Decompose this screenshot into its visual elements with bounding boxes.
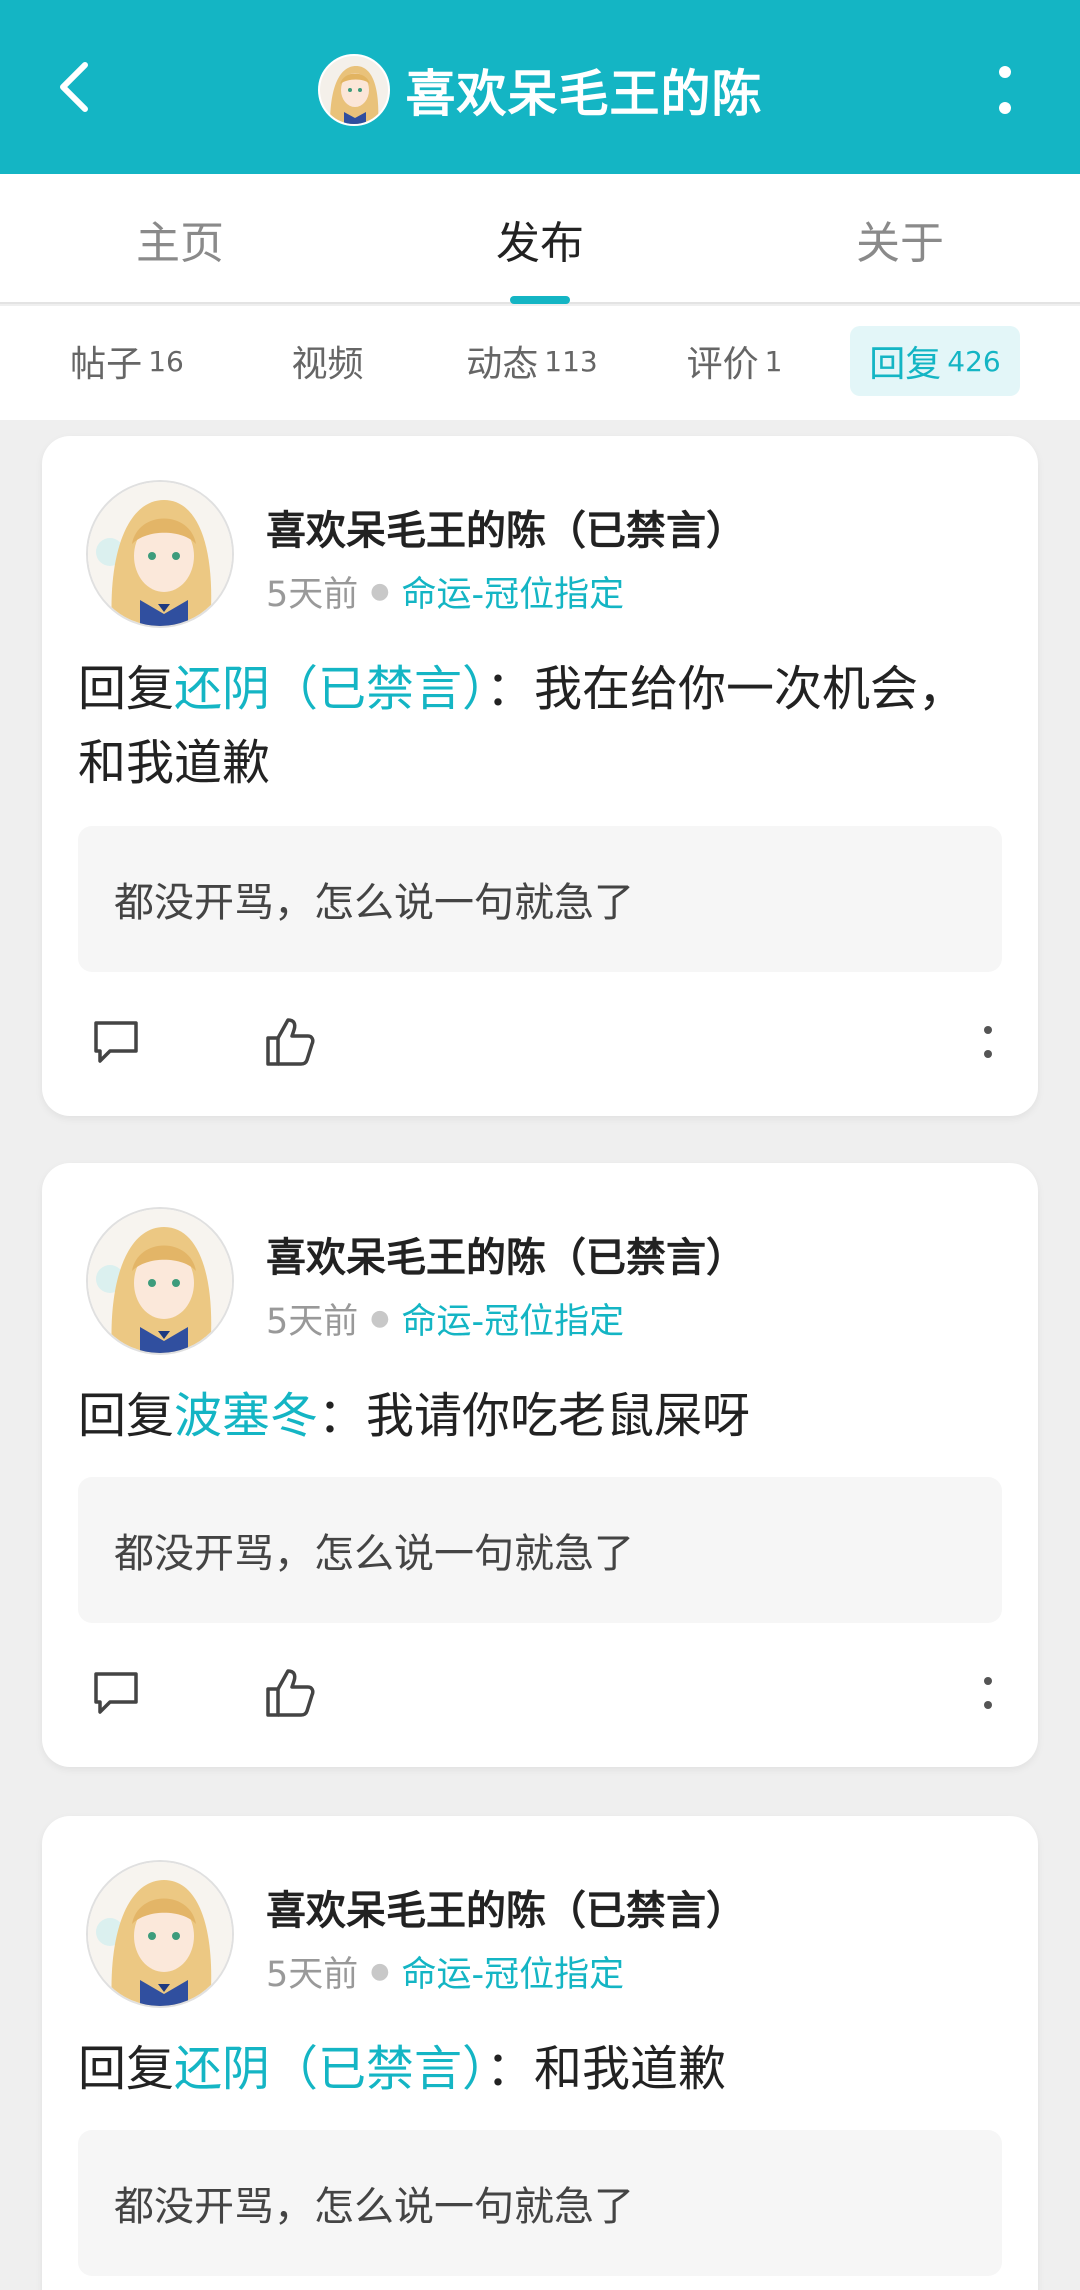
comment-button[interactable] <box>86 1002 146 1082</box>
more-vertical-icon <box>999 66 1011 114</box>
reply-prefix: 回复 <box>78 661 175 717</box>
more-options-button[interactable] <box>970 52 1040 128</box>
reply-separator: ： <box>318 1388 367 1444</box>
reply-card[interactable]: 喜欢呆毛王的陈（已禁言） 5天前 ● 命运-冠位指定 回复波塞冬：我请你吃老鼠屎… <box>42 1163 1038 1767</box>
separator-dot: ● <box>370 1306 390 1331</box>
tab-posts[interactable]: 发布 <box>360 174 720 304</box>
subtab-count: 16 <box>148 344 184 378</box>
subtab-threads[interactable]: 帖子 16 <box>52 326 202 396</box>
avatar[interactable] <box>86 1207 234 1355</box>
subtab-videos[interactable]: 视频 <box>270 326 385 396</box>
subtab-label: 回复 <box>869 344 942 385</box>
mention-link[interactable]: 波塞冬 <box>174 1388 318 1444</box>
subtab-count: 426 <box>947 344 1001 378</box>
action-bar <box>42 1002 1038 1082</box>
more-vertical-icon <box>984 1677 992 1709</box>
reply-separator: ： <box>486 2041 535 2097</box>
reply-card[interactable]: 喜欢呆毛王的陈（已禁言） 5天前 ● 命运-冠位指定 回复还阴（已禁言）：和我道… <box>42 1816 1038 2290</box>
forum-link[interactable]: 命运-冠位指定 <box>401 1946 624 1997</box>
reply-content: 回复还阴（已禁言）：我在给你一次机会，和我道歉 <box>78 652 1002 800</box>
reply-content: 回复还阴（已禁言）：和我道歉 <box>78 2032 1002 2106</box>
subtab-replies[interactable]: 回复 426 <box>850 326 1020 396</box>
quoted-post[interactable]: 都没开骂，怎么说一句就急了 <box>78 1477 1002 1623</box>
more-vertical-icon <box>984 1026 992 1058</box>
action-bar <box>42 1653 1038 1733</box>
tab-about[interactable]: 关于 <box>720 174 1080 304</box>
like-button[interactable] <box>260 1002 320 1082</box>
mention-link[interactable]: 还阴（已禁言） <box>174 661 486 717</box>
avatar[interactable] <box>317 54 390 126</box>
post-more-button[interactable] <box>968 1653 1008 1733</box>
separator-dot: ● <box>370 1959 390 1984</box>
username[interactable]: 喜欢呆毛王的陈（已禁言） <box>266 1878 746 1936</box>
forum-link[interactable]: 命运-冠位指定 <box>401 1293 624 1344</box>
tab-home[interactable]: 主页 <box>0 174 360 304</box>
subtab-count: 1 <box>764 344 783 378</box>
reply-prefix: 回复 <box>78 1388 175 1444</box>
thumbs-up-icon <box>266 1669 315 1717</box>
subtab-label: 评价 <box>686 344 759 385</box>
post-time: 5天前 <box>266 1302 359 1342</box>
page-title: 喜欢呆毛王的陈 <box>405 65 763 123</box>
thumbs-up-icon <box>266 1018 315 1066</box>
subtab-label: 视频 <box>291 344 364 385</box>
subtab-label: 动态 <box>466 344 539 385</box>
active-tab-indicator <box>510 296 570 304</box>
reply-body: 和我道歉 <box>534 2041 727 2097</box>
comment-button[interactable] <box>86 1653 146 1733</box>
subtab-label: 帖子 <box>70 344 143 385</box>
mention-link[interactable]: 还阴（已禁言） <box>174 2041 486 2097</box>
post-more-button[interactable] <box>968 1002 1008 1082</box>
post-meta: 5天前 ● 命运-冠位指定 <box>266 1293 624 1344</box>
separator-dot: ● <box>370 579 390 604</box>
username[interactable]: 喜欢呆毛王的陈（已禁言） <box>266 498 746 556</box>
subtab-feed[interactable]: 动态 113 <box>452 326 612 396</box>
post-time: 5天前 <box>266 1955 359 1995</box>
subtab-count: 113 <box>544 344 598 378</box>
forum-link[interactable]: 命运-冠位指定 <box>401 566 624 617</box>
post-meta: 5天前 ● 命运-冠位指定 <box>266 566 624 617</box>
quoted-post[interactable]: 都没开骂，怎么说一句就急了 <box>78 2130 1002 2276</box>
reply-body: 我请你吃老鼠屎呀 <box>366 1388 751 1444</box>
avatar[interactable] <box>86 480 234 628</box>
reply-separator: ： <box>486 661 535 717</box>
top-app-bar: 喜欢呆毛王的陈 <box>0 0 1080 174</box>
quoted-post[interactable]: 都没开骂，怎么说一句就急了 <box>78 826 1002 972</box>
avatar[interactable] <box>86 1860 234 2008</box>
content-filter-bar: 帖子 16 视频 动态 113 评价 1 回复 426 <box>0 306 1080 420</box>
like-button[interactable] <box>260 1653 320 1733</box>
post-meta: 5天前 ● 命运-冠位指定 <box>266 1946 624 1997</box>
reply-content: 回复波塞冬：我请你吃老鼠屎呀 <box>78 1379 1002 1453</box>
reply-prefix: 回复 <box>78 2041 175 2097</box>
profile-tabs: 主页 发布 关于 <box>0 174 1080 304</box>
header-title-group[interactable]: 喜欢呆毛王的陈 <box>0 52 1080 128</box>
comment-icon <box>94 1021 138 1063</box>
username[interactable]: 喜欢呆毛王的陈（已禁言） <box>266 1225 746 1283</box>
reply-card[interactable]: 喜欢呆毛王的陈（已禁言） 5天前 ● 命运-冠位指定 回复还阴（已禁言）：我在给… <box>42 436 1038 1116</box>
subtab-reviews[interactable]: 评价 1 <box>672 326 797 396</box>
post-time: 5天前 <box>266 575 359 615</box>
comment-icon <box>94 1672 138 1714</box>
